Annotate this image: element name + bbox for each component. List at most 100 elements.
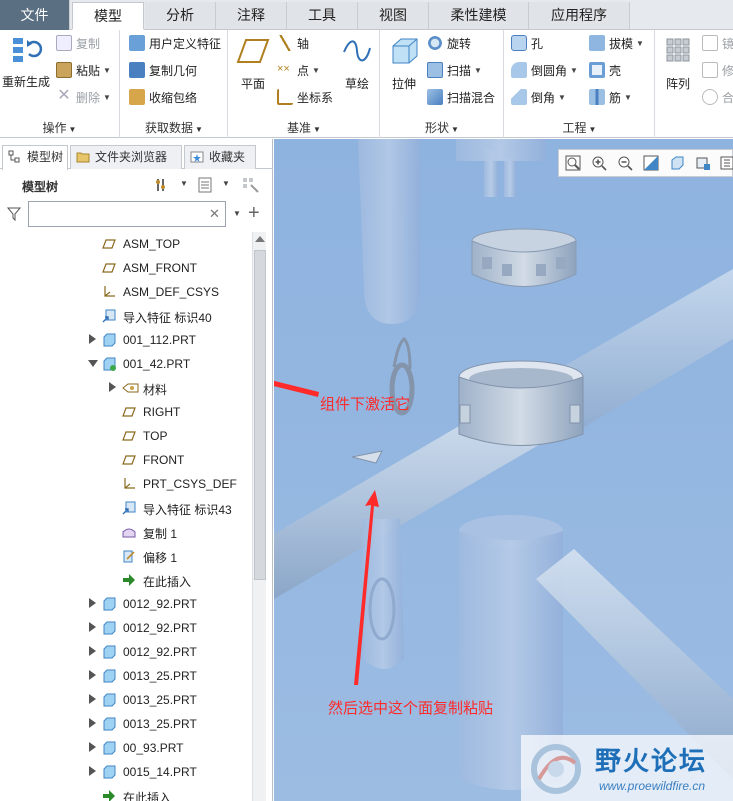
tree-item[interactable]: 0012_92.PRT [0, 592, 252, 616]
repaint-icon[interactable] [643, 155, 659, 171]
expand-arrow-icon[interactable] [89, 766, 96, 776]
tree-columns-button[interactable]: ▼ [197, 177, 230, 196]
datum-axis-button[interactable]: 轴 [277, 32, 309, 54]
tab-flexible-modeling[interactable]: 柔性建模 [429, 2, 529, 29]
chevron-down-icon[interactable]: ▼ [474, 66, 482, 75]
tab-file[interactable]: 文件 [0, 0, 70, 30]
tree-item[interactable]: 0013_25.PRT [0, 664, 252, 688]
scroll-thumb[interactable] [254, 250, 266, 580]
merge-button[interactable]: 合 [702, 86, 733, 108]
graphics-viewport[interactable]: 组件下激活它 然后选中这个面复制粘贴 野火论坛 www.proewildfire… [274, 139, 733, 801]
expand-arrow-icon[interactable] [89, 622, 96, 632]
revolve-button[interactable]: 旋转 [427, 32, 471, 54]
hole-button[interactable]: 孔 [511, 32, 543, 54]
tree-item[interactable]: ASM_TOP [0, 232, 252, 256]
tree-scrollbar[interactable] [252, 232, 266, 801]
clear-icon[interactable]: ✕ [209, 206, 220, 222]
saved-views-icon[interactable] [695, 155, 711, 171]
sweep-button[interactable]: 扫描 ▼ [427, 59, 482, 81]
filter-icon[interactable] [6, 206, 22, 222]
modify-button[interactable]: 修 [702, 59, 733, 81]
tab-model[interactable]: 模型 [72, 2, 144, 30]
tree-item[interactable]: 偏移 1 [0, 544, 252, 568]
group-engineering-label[interactable]: 工程 ▼ [505, 118, 654, 138]
datum-csys-button[interactable]: 坐标系 [277, 86, 333, 108]
tree-item[interactable]: 导入特征 标识40 [0, 304, 252, 328]
chevron-down-icon[interactable]: ▼ [636, 39, 644, 48]
expand-arrow-icon[interactable] [89, 670, 96, 680]
chevron-down-icon[interactable]: ▼ [624, 93, 632, 102]
regenerate-button[interactable]: 重新生成 [2, 34, 50, 90]
add-filter-icon[interactable]: + [248, 202, 260, 225]
tree-item[interactable]: 0013_25.PRT [0, 712, 252, 736]
chamfer-button[interactable]: 倒角 ▼ [511, 86, 566, 108]
chevron-down-icon[interactable]: ▼ [570, 66, 578, 75]
shell-button[interactable]: 壳 [589, 59, 621, 81]
tree-item[interactable]: 0015_14.PRT [0, 760, 252, 784]
tree-item[interactable]: 0012_92.PRT [0, 616, 252, 640]
mirror-button[interactable]: 镜 [702, 32, 733, 54]
tab-view[interactable]: 视图 [358, 2, 429, 29]
datum-point-button[interactable]: ×× 点 ▼ [277, 59, 320, 81]
tree-item[interactable]: 001_112.PRT [0, 328, 252, 352]
tree-item[interactable]: 导入特征 标识43 [0, 496, 252, 520]
shrinkwrap-button[interactable]: 收缩包络 [129, 86, 197, 108]
tab-model-tree[interactable]: 模型树 [2, 145, 68, 170]
draft-button[interactable]: 拔模 ▼ [589, 32, 644, 54]
delete-button[interactable]: ✕ 删除 ▼ [56, 86, 111, 108]
swept-blend-button[interactable]: 扫描混合 [427, 86, 495, 108]
tree-item[interactable]: 复制 1 [0, 520, 252, 544]
sketch-button[interactable]: 草绘 [337, 36, 377, 92]
expand-arrow-icon[interactable] [89, 646, 96, 656]
tree-item[interactable]: RIGHT [0, 400, 252, 424]
chevron-down-icon[interactable]: ▼ [312, 66, 320, 75]
extrude-button[interactable]: 拉伸 [383, 36, 425, 92]
collapse-arrow-icon[interactable] [88, 360, 98, 367]
tree-search-input[interactable] [28, 201, 226, 227]
zoom-out-icon[interactable] [617, 155, 633, 171]
group-operations-label[interactable]: 操作 ▼ [0, 118, 119, 138]
tree-item[interactable]: 00_93.PRT [0, 736, 252, 760]
group-datum-label[interactable]: 基准 ▼ [229, 118, 379, 138]
round-button[interactable]: 倒圆角 ▼ [511, 59, 578, 81]
tree-filter-settings-button[interactable] [242, 177, 260, 196]
display-style-icon[interactable] [669, 155, 685, 171]
tree-item[interactable]: 材料 [0, 376, 252, 400]
zoom-in-icon[interactable] [591, 155, 607, 171]
refit-icon[interactable] [565, 155, 581, 171]
group-get-data-label[interactable]: 获取数据 ▼ [121, 118, 227, 138]
tree-item[interactable]: 在此插入 [0, 784, 252, 801]
tab-applications[interactable]: 应用程序 [529, 2, 630, 29]
udf-button[interactable]: 用户定义特征 [129, 32, 221, 54]
pattern-button[interactable]: 阵列 [658, 36, 698, 92]
tree-item[interactable]: PRT_CSYS_DEF [0, 472, 252, 496]
tree-item[interactable]: 0013_25.PRT [0, 688, 252, 712]
chevron-down-icon[interactable]: ▼ [103, 93, 111, 102]
paste-button[interactable]: 粘贴 ▼ [56, 59, 111, 81]
chevron-down-icon[interactable]: ▼ [222, 179, 230, 188]
expand-arrow-icon[interactable] [89, 718, 96, 728]
tree-item[interactable]: 在此插入 [0, 568, 252, 592]
chevron-down-icon[interactable]: ▼ [233, 209, 241, 218]
expand-arrow-icon[interactable] [89, 334, 96, 344]
chevron-down-icon[interactable]: ▼ [558, 93, 566, 102]
chevron-down-icon[interactable]: ▼ [180, 179, 188, 188]
expand-arrow-icon[interactable] [109, 382, 116, 392]
tab-folder-browser[interactable]: 文件夹浏览器 [70, 145, 182, 169]
view-manager-icon[interactable] [719, 155, 733, 171]
expand-arrow-icon[interactable] [89, 694, 96, 704]
chevron-down-icon[interactable]: ▼ [103, 66, 111, 75]
tree-settings-button[interactable]: ▼ [155, 177, 188, 196]
datum-plane-button[interactable]: 平面 [233, 36, 273, 92]
tree-item[interactable]: ASM_DEF_CSYS [0, 280, 252, 304]
expand-arrow-icon[interactable] [89, 598, 96, 608]
tab-favorites[interactable]: 收藏夹 [184, 145, 256, 169]
group-shapes-label[interactable]: 形状 ▼ [381, 118, 503, 138]
tab-analysis[interactable]: 分析 [145, 2, 216, 29]
tree-item[interactable]: FRONT [0, 448, 252, 472]
tree-item[interactable]: TOP [0, 424, 252, 448]
tree-item[interactable]: 001_42.PRT [0, 352, 252, 376]
tab-annotate[interactable]: 注释 [216, 2, 287, 29]
tree-item[interactable]: ASM_FRONT [0, 256, 252, 280]
rib-button[interactable]: 筋 ▼ [589, 86, 632, 108]
